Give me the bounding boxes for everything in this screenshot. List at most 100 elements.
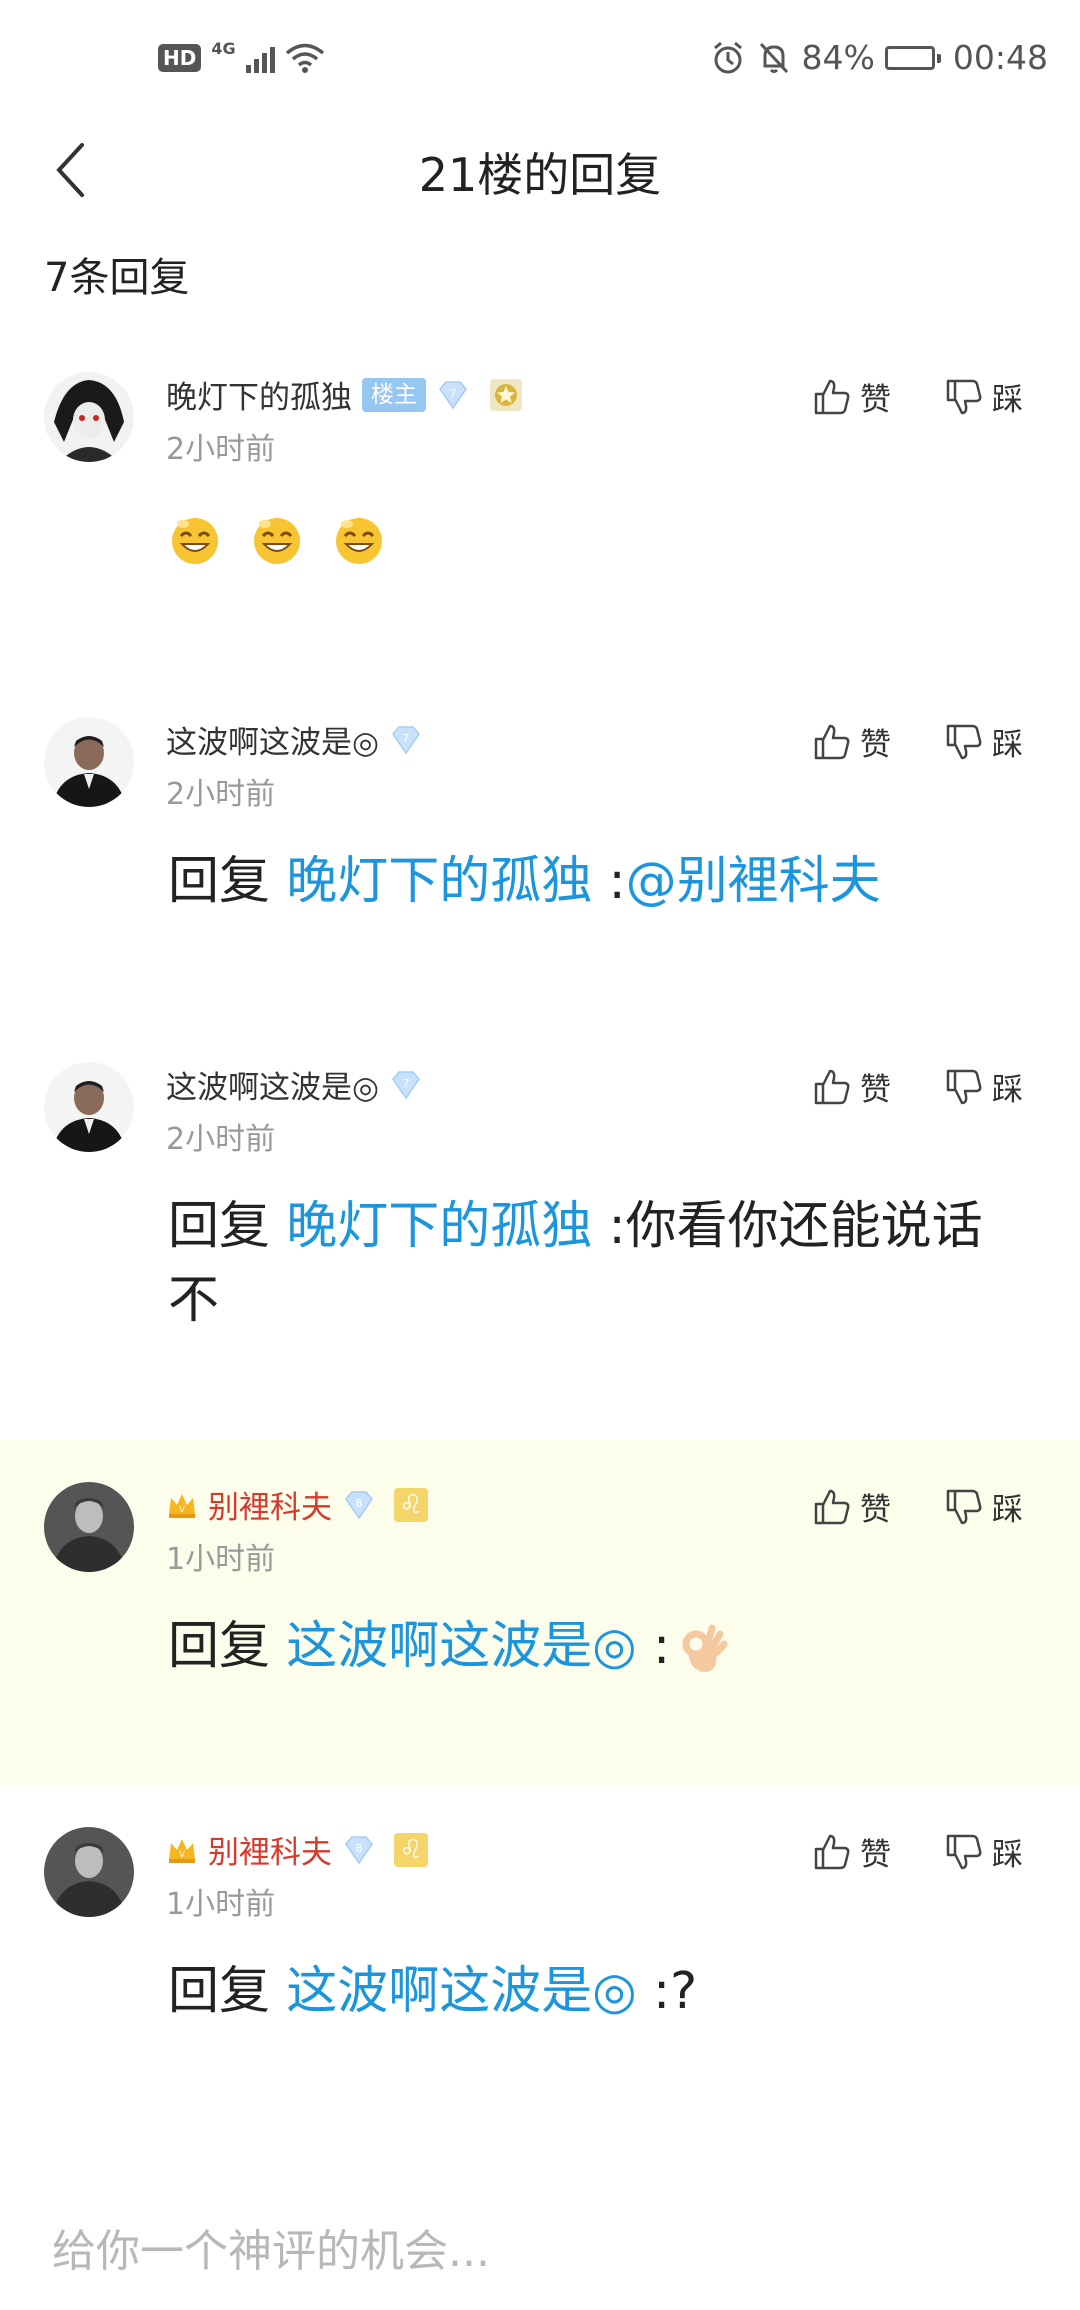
avatar[interactable] [44,1827,134,1917]
avatar[interactable] [44,1062,134,1152]
reply-text: ? [670,1962,698,2021]
thumbs-down-icon [946,1834,982,1869]
level-diamond-icon: 7 [392,1070,421,1099]
nav-bar: 21楼的回复 [0,125,1080,215]
dislike-label: 踩 [992,1837,1023,1873]
level-diamond-icon: 8 [345,1835,373,1864]
reply-target-link[interactable]: 这波啊这波是◎ [286,1617,637,1676]
mute-bell-icon [759,42,788,73]
reply-count: 7条回复 [44,255,190,301]
user-name[interactable]: 晚灯下的孤独 楼主 7 [166,372,524,417]
alarm-icon [713,41,742,73]
status-bar: HD 4G 84% 00:48 [0,0,1080,125]
thumbs-down-icon [946,379,982,414]
status-left: HD 4G [158,38,325,74]
user-name[interactable]: V 别裡科夫 8 ♌ [166,1827,428,1872]
dislike-button[interactable]: 踩 [944,1829,1023,1874]
hd-badge: HD [158,44,202,72]
thumbs-up-icon [814,1069,850,1104]
user-name[interactable]: 这波啊这波是◎ 7 [166,717,423,762]
user-name-text: 别裡科夫 [208,1835,332,1871]
reply-target-link[interactable]: 晚灯下的孤独 [286,852,592,911]
dislike-label: 踩 [992,1072,1023,1108]
level-number: 8 [356,1842,363,1855]
grin-emoji-icon [172,518,218,564]
grin-emoji-icon [336,518,383,564]
network-type: 4G [211,38,236,58]
dislike-label: 踩 [992,382,1023,418]
mention-link[interactable]: @别裡科夫 [626,852,881,911]
reply-prefix: 回复 [168,1962,271,2021]
user-name[interactable]: V 别裡科夫 8 ♌ [166,1482,428,1527]
user-name-text: 晚灯下的孤独 [166,380,352,416]
grin-emoji-icon [254,518,301,564]
like-button[interactable]: 赞 [812,719,891,764]
dislike-label: 踩 [992,727,1023,763]
dislike-button[interactable]: 踩 [944,1064,1023,1109]
clock: 00:48 [952,38,1048,77]
level-number: 7 [403,732,410,745]
dislike-button[interactable]: 踩 [944,1484,1023,1529]
comment-content: 回复 这波啊这波是◎ :? [168,1955,1030,2029]
like-label: 赞 [860,1837,891,1873]
reply-target-link[interactable]: 晚灯下的孤独 [286,1197,592,1256]
like-button[interactable]: 赞 [812,1484,891,1529]
reply-colon: : [652,1962,671,2021]
thumbs-down-icon [946,1489,982,1524]
comment-item: 这波啊这波是◎ 7 2小时前 赞 踩 回复 晚灯下的孤独 :@别裡科夫 [0,705,1080,1005]
level-number: 7 [403,1077,410,1090]
comment-content [168,500,1030,574]
comment-item: 这波啊这波是◎ 7 2小时前 赞 踩 回复 晚灯下的孤独 :你看你还能说话不 [0,1050,1080,1430]
time-stamp: 2小时前 [166,1122,276,1157]
level-number: 7 [450,387,457,400]
comment-item-highlighted: V 别裡科夫 8 ♌ 1小时前 赞 踩 回复 这波啊这波是◎ : [0,1440,1080,1785]
thumbs-up-icon [814,1489,850,1524]
battery-icon [884,45,941,70]
signal-icon [245,43,275,73]
user-name-text: 这波啊这波是◎ [166,1070,380,1106]
like-label: 赞 [860,382,891,418]
page-title: 21楼的回复 [418,148,662,202]
avatar[interactable] [44,1482,134,1572]
time-stamp: 2小时前 [166,777,276,812]
like-button[interactable]: 赞 [812,1064,891,1109]
zodiac-leo-icon: ♌ [394,1487,428,1522]
time-stamp: 1小时前 [166,1542,276,1577]
owner-badge: 楼主 [362,377,426,412]
level-diamond-icon: 7 [439,380,467,409]
avatar[interactable] [44,372,134,462]
thumbs-down-icon [946,1069,982,1104]
like-button[interactable]: 赞 [812,374,891,419]
status-right: 84% 00:48 [710,38,1048,77]
comment-content: 回复 晚灯下的孤独 :@别裡科夫 [168,845,1030,919]
dislike-button[interactable]: 踩 [944,719,1023,764]
avatar[interactable] [44,717,134,807]
time-stamp: 2小时前 [166,432,276,467]
comment-input[interactable]: 给你一个神评的机会... [52,2215,490,2279]
user-name-text: 别裡科夫 [208,1490,332,1526]
comment-item: V 别裡科夫 8 ♌ 1小时前 赞 踩 回复 这波啊这波是◎ :? [0,1815,1080,2135]
dislike-label: 踩 [992,1492,1023,1528]
reply-colon: : [652,1617,671,1676]
zodiac-leo-icon: ♌ [394,1832,428,1867]
like-label: 赞 [860,1072,891,1108]
comment-item: 晚灯下的孤独 楼主 7 2小时前 赞 踩 [0,360,1080,660]
medal-icon [490,378,522,411]
reply-target-link[interactable]: 这波啊这波是◎ [286,1962,637,2021]
comment-content: 回复 晚灯下的孤独 :你看你还能说话不 [168,1190,1030,1338]
level-number: 8 [356,1497,363,1510]
reply-colon: : [608,1197,626,1256]
crown-icon: V [169,1838,195,1863]
dislike-button[interactable]: 踩 [944,374,1023,419]
comment-input-bar[interactable]: 给你一个神评的机会... [0,2175,1080,2310]
reply-prefix: 回复 [168,1617,271,1676]
time-stamp: 1小时前 [166,1887,276,1922]
like-button[interactable]: 赞 [812,1829,891,1874]
user-name[interactable]: 这波啊这波是◎ 7 [166,1062,423,1107]
svg-text:V: V [179,1505,186,1515]
ok-hand-emoji-icon [682,1624,728,1672]
level-diamond-icon: 7 [392,725,421,754]
thumbs-up-icon [814,379,850,414]
thumbs-up-icon [814,1834,850,1869]
comment-content: 回复 这波啊这波是◎ : [168,1610,1030,1684]
